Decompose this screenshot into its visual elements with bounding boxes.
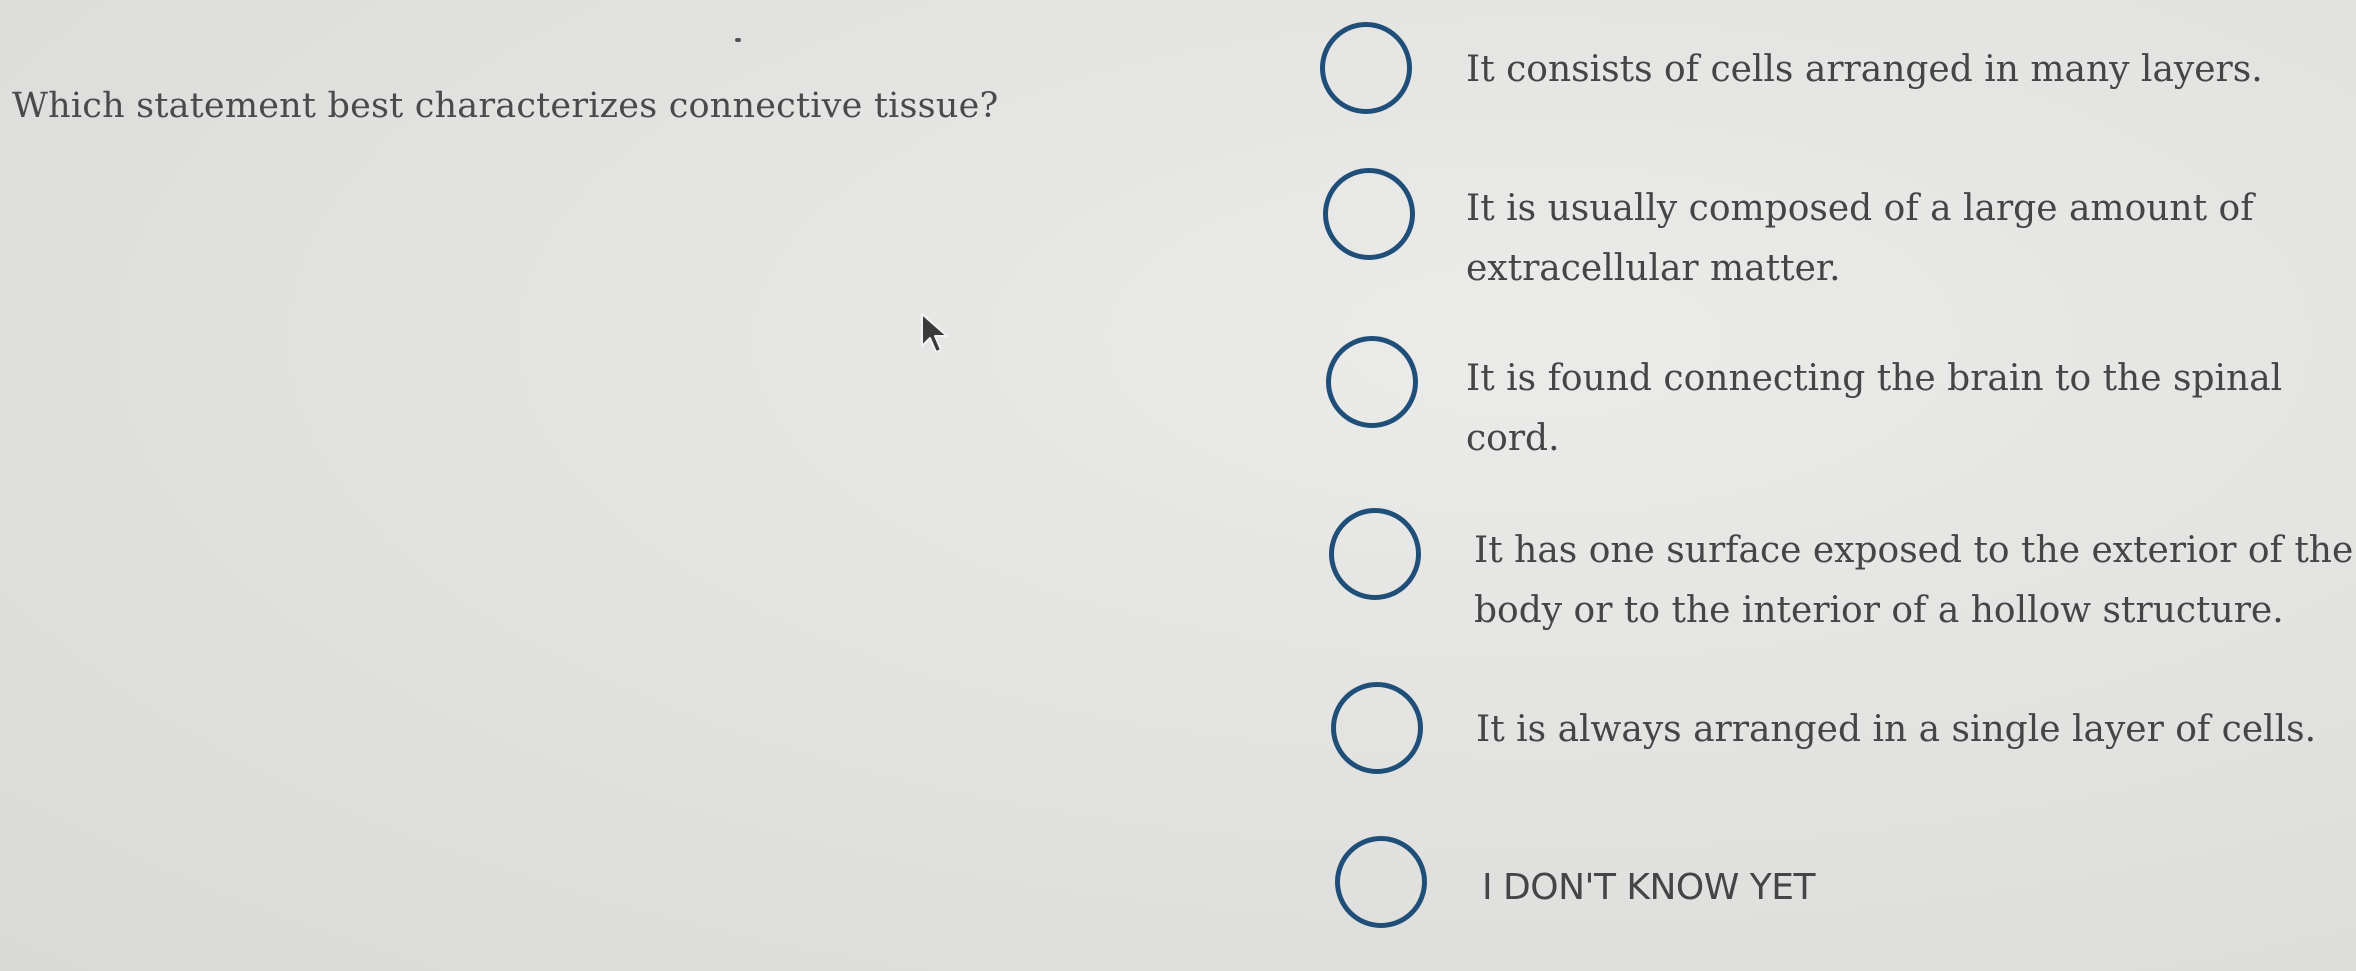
option-4-text: It has one surface exposed to the exteri… bbox=[1474, 521, 2353, 641]
option-3-line-1: It is found connecting the brain to the … bbox=[1466, 358, 2283, 399]
option-5-line-1: It is always arranged in a single layer … bbox=[1476, 709, 2317, 750]
radio-button-1[interactable] bbox=[1320, 22, 1412, 114]
option-6-text: I DON'T KNOW YET bbox=[1482, 858, 1816, 918]
radio-button-5[interactable] bbox=[1331, 682, 1423, 774]
option-4-line-2: body or to the interior of a hollow stru… bbox=[1474, 590, 2284, 631]
mouse-pointer-icon bbox=[921, 313, 948, 353]
option-2-text: It is usually composed of a large amount… bbox=[1466, 179, 2254, 299]
answer-options: It consists of cells arranged in many la… bbox=[0, 0, 2356, 971]
option-2-line-2: extracellular matter. bbox=[1466, 248, 1841, 289]
option-5-text: It is always arranged in a single layer … bbox=[1476, 700, 2316, 760]
option-4-line-1: It has one surface exposed to the exteri… bbox=[1474, 530, 2354, 571]
radio-button-2[interactable] bbox=[1323, 168, 1415, 260]
radio-button-4[interactable] bbox=[1329, 508, 1421, 600]
option-6-line-1: I DON'T KNOW YET bbox=[1482, 867, 1816, 908]
option-1-text: It consists of cells arranged in many la… bbox=[1466, 40, 2263, 100]
option-2-line-1: It is usually composed of a large amount… bbox=[1466, 188, 2254, 229]
radio-button-3[interactable] bbox=[1326, 336, 1418, 428]
option-3-line-2: cord. bbox=[1466, 418, 1560, 459]
option-3-text: It is found connecting the brain to the … bbox=[1466, 349, 2282, 469]
radio-button-6[interactable] bbox=[1335, 836, 1427, 928]
option-1-line-1: It consists of cells arranged in many la… bbox=[1466, 49, 2263, 90]
